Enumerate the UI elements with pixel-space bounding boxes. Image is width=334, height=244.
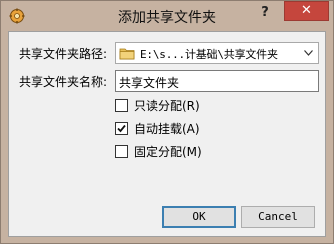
read-only-checkbox[interactable]	[115, 98, 128, 112]
dialog-body: 共享文件夹路径: E:\s...计基础\共享文件夹 共享文件夹名称: 共享文件夹…	[8, 31, 326, 237]
help-button[interactable]: ?	[253, 4, 277, 22]
checkmark-icon	[117, 124, 126, 132]
folder-path-combobox[interactable]: E:\s...计基础\共享文件夹	[115, 42, 319, 64]
read-only-option[interactable]: 只读分配(R)	[115, 96, 200, 114]
auto-mount-label: 自动挂载(A)	[134, 121, 200, 136]
auto-mount-checkbox[interactable]	[115, 121, 128, 135]
auto-mount-option[interactable]: 自动挂载(A)	[115, 119, 200, 137]
chevron-down-icon[interactable]	[300, 45, 316, 61]
permanent-label: 固定分配(M)	[134, 144, 202, 159]
folder-icon	[119, 45, 135, 61]
permanent-checkbox[interactable]	[115, 144, 128, 158]
permanent-option[interactable]: 固定分配(M)	[115, 142, 202, 160]
read-only-label: 只读分配(R)	[134, 98, 200, 113]
folder-name-label: 共享文件夹名称:	[19, 75, 108, 89]
folder-name-field[interactable]: 共享文件夹	[115, 70, 319, 92]
title-bar[interactable]: 添加共享文件夹 ? ✕	[1, 1, 333, 31]
folder-path-value: E:\s...计基础\共享文件夹	[140, 48, 278, 61]
ok-button[interactable]: OK	[162, 206, 236, 228]
add-shared-folder-dialog: 添加共享文件夹 ? ✕ 共享文件夹路径: E:\s...计基础\共享文件夹 共享…	[0, 0, 334, 244]
close-button[interactable]: ✕	[284, 1, 329, 21]
cancel-button[interactable]: Cancel	[241, 206, 315, 228]
folder-path-label: 共享文件夹路径:	[19, 47, 108, 61]
